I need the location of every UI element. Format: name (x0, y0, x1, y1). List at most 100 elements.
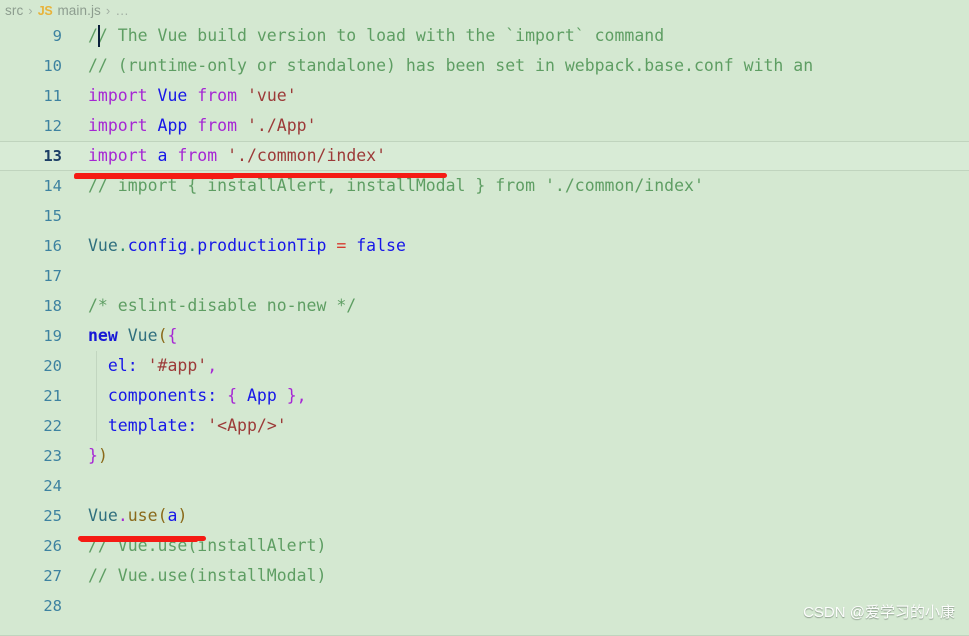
code-line-12[interactable]: 12 import App from './App' (0, 111, 969, 141)
breadcrumb-file[interactable]: main.js (57, 3, 100, 18)
code-token: import (88, 116, 148, 135)
code-line-21[interactable]: 21 components: { App }, (0, 381, 969, 411)
code-text: // The Vue build version to load with th… (88, 21, 664, 51)
breadcrumb: src › JS main.js › … (0, 0, 969, 21)
line-number-14: 14 (43, 177, 62, 195)
code-token: . (117, 236, 128, 255)
code-token: } (286, 386, 297, 405)
code-line-10[interactable]: 10 // (runtime-only or standalone) has be… (0, 51, 969, 81)
code-token: el (107, 356, 128, 375)
code-token: } (88, 446, 98, 465)
code-line-15[interactable]: 15 (0, 201, 969, 231)
code-token: , (296, 386, 307, 405)
code-line-18[interactable]: 18 /* eslint-disable no-new */ (0, 291, 969, 321)
code-token: '<App/>' (207, 416, 287, 435)
code-text: import a from './common/index' (88, 141, 386, 171)
code-token: Vue (88, 506, 118, 525)
code-token: = (336, 236, 347, 255)
code-token: ) (177, 506, 188, 525)
code-token: // (runtime-only or standalone) has been… (88, 56, 814, 75)
red-underline-annotation-line-13-thick (74, 175, 234, 179)
chevron-right-icon-2: › (105, 3, 111, 18)
code-token: ( (157, 326, 168, 345)
code-text: Vue.use(a) (88, 501, 187, 531)
code-editor[interactable]: 9 // The Vue build version to load with t… (0, 21, 969, 636)
code-line-23[interactable]: 23}) (0, 441, 969, 471)
code-line-13[interactable]: 13 import a from './common/index' (0, 141, 969, 171)
line-number-17: 17 (43, 267, 62, 285)
code-token: Vue (157, 86, 188, 105)
code-token: App (246, 386, 277, 405)
line-number-15: 15 (43, 207, 62, 225)
code-text: /* eslint-disable no-new */ (88, 291, 356, 321)
code-token: Vue (88, 236, 118, 255)
code-line-22[interactable]: 22 template: '<App/>' (0, 411, 969, 441)
code-token: import (88, 146, 148, 165)
line-number-9: 9 (52, 27, 62, 45)
code-lines-container[interactable]: 9 // The Vue build version to load with t… (0, 21, 969, 621)
code-token: productionTip (197, 236, 327, 255)
red-underline-annotation-line-25-thick (80, 538, 198, 542)
code-line-24[interactable]: 24 (0, 471, 969, 501)
code-token: template (107, 416, 188, 435)
code-line-20[interactable]: 20 el: '#app', (0, 351, 969, 381)
code-token: Vue (127, 326, 158, 345)
line-number-16: 16 (43, 237, 62, 255)
code-token: import (88, 86, 148, 105)
breadcrumb-overflow-dots[interactable]: … (115, 3, 129, 18)
line-number-19: 19 (43, 327, 62, 345)
code-token: './App' (246, 116, 317, 135)
code-token: : (207, 386, 218, 405)
code-token: , (207, 356, 218, 375)
line-number-27: 27 (43, 567, 62, 585)
javascript-file-icon: JS (37, 3, 53, 18)
code-line-16[interactable]: 16 Vue.config.productionTip = false (0, 231, 969, 261)
code-line-27[interactable]: 27 // Vue.use(installModal) (0, 561, 969, 591)
code-token: a (167, 506, 178, 525)
code-text: // Vue.use(installModal) (88, 561, 326, 591)
code-text: template: '<App/>' (88, 411, 287, 441)
code-token: // The Vue build version to load with th… (88, 26, 665, 45)
code-line-9[interactable]: 9 // The Vue build version to load with t… (0, 21, 969, 51)
code-line-25[interactable]: 25 Vue.use(a) (0, 501, 969, 531)
code-line-11[interactable]: 11 import Vue from 'vue' (0, 81, 969, 111)
code-token: App (157, 116, 188, 135)
code-text: new Vue({ (88, 321, 177, 351)
line-number-11: 11 (43, 87, 62, 105)
code-text: import App from './App' (88, 111, 317, 141)
code-token: { (227, 386, 238, 405)
line-number-23: 23 (43, 447, 62, 465)
code-token: : (127, 356, 138, 375)
csdn-watermark: CSDN @爱学习的小康 (803, 604, 955, 621)
code-token: // Vue.use(installModal) (88, 566, 327, 585)
code-line-17[interactable]: 17 (0, 261, 969, 291)
line-number-18: 18 (43, 297, 62, 315)
code-text: import Vue from 'vue' (88, 81, 297, 111)
code-token: from (197, 116, 238, 135)
code-token: /* eslint-disable no-new */ (88, 296, 357, 315)
code-token: false (356, 236, 406, 255)
breadcrumb-folder[interactable]: src (5, 3, 23, 18)
code-token: new (88, 326, 118, 345)
line-number-26: 26 (43, 537, 62, 555)
code-line-19[interactable]: 19 new Vue({ (0, 321, 969, 351)
chevron-right-icon: › (28, 3, 33, 18)
code-text: // (runtime-only or standalone) has been… (88, 51, 813, 81)
code-token: components (107, 386, 208, 405)
code-token: from (197, 86, 238, 105)
code-text: el: '#app', (88, 351, 217, 381)
